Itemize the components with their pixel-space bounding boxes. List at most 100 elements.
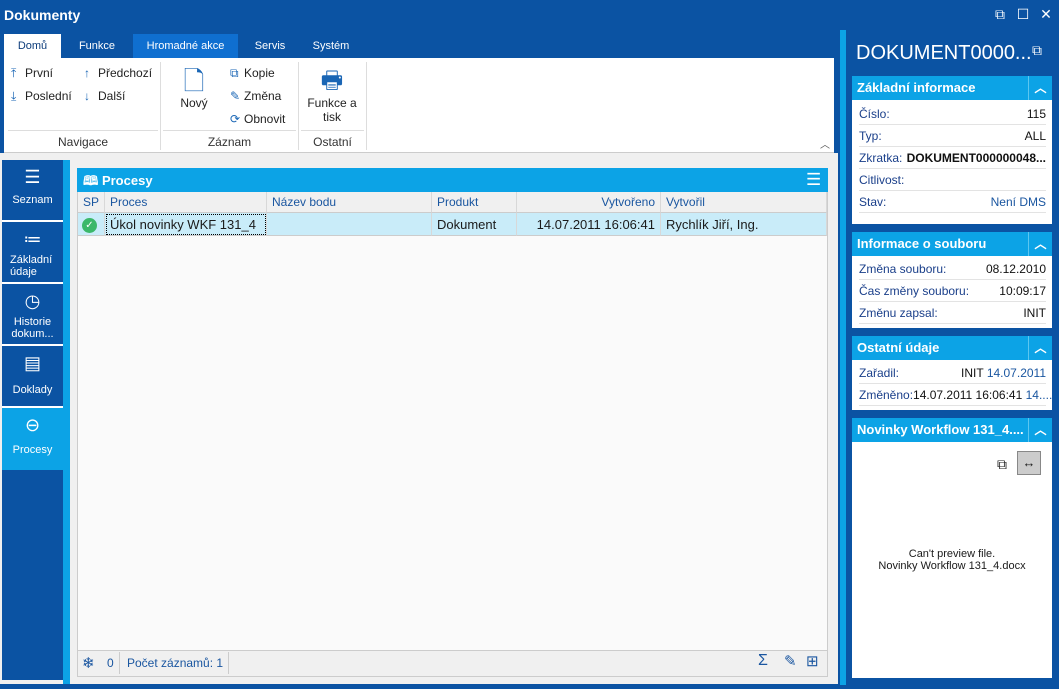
arrow-bottom-icon: ⤓: [11, 89, 17, 103]
divider: [119, 652, 120, 674]
document-icon: ▤: [23, 353, 41, 373]
nav-historie[interactable]: ◷ Historie dokum...: [2, 284, 63, 346]
record-count: Počet záznamů: 1: [127, 656, 224, 670]
print-button[interactable]: 🖶 Funkce a tisk: [303, 66, 361, 124]
menu-icon[interactable]: ☰: [806, 170, 821, 190]
label: Citlivost:: [859, 172, 905, 187]
clock-icon: ◷: [24, 291, 41, 311]
column-vytvoril[interactable]: Vytvořil: [661, 192, 827, 213]
detail-title: DOKUMENT0000...: [856, 42, 1032, 64]
table-row-proces[interactable]: Úkol novinky WKF 131_4: [105, 213, 267, 236]
grid-header: 🕮 Procesy: [77, 168, 828, 192]
label: Změna souboru:: [859, 261, 947, 276]
zapsal-value: INIT: [1023, 305, 1046, 320]
tab-funkce[interactable]: Funkce: [61, 34, 133, 58]
fit-width-icon[interactable]: ↔: [1017, 451, 1041, 475]
label: Čas změny souboru:: [859, 283, 970, 298]
typ-value: ALL: [1024, 128, 1046, 143]
nav-procesy[interactable]: ⊖ Procesy: [2, 408, 63, 470]
zmeneno-value: 14.07.2011 16:06:41: [913, 387, 1023, 402]
zaradil-user: INIT: [961, 365, 984, 380]
table-row-nazev-bodu[interactable]: [267, 213, 432, 236]
open-external-icon[interactable]: ⧉: [1032, 42, 1042, 59]
column-vytvoreno[interactable]: Vytvořeno: [517, 192, 661, 213]
previous-button[interactable]: ↑ Předchozí: [84, 66, 152, 80]
label: Číslo:: [859, 106, 890, 121]
nav-strip: [63, 160, 70, 684]
close-icon[interactable]: ✕: [1038, 6, 1054, 22]
section-other-header[interactable]: Ostatní údaje ︿: [852, 336, 1052, 360]
preview-message: Can't preview file. Novinky Workflow 131…: [878, 548, 1026, 572]
edit-button[interactable]: ✎ Změna: [230, 89, 281, 103]
table-row-status[interactable]: ✓: [78, 213, 105, 236]
restore-icon[interactable]: ⧉: [992, 6, 1008, 22]
label: Změněno:: [859, 387, 914, 402]
group-ostatni: Ostatní: [301, 130, 364, 150]
window-title: Dokumenty: [0, 0, 1059, 30]
nav-seznam[interactable]: ☰ Seznam: [2, 160, 63, 222]
tab-servis[interactable]: Servis: [238, 34, 302, 58]
check-icon: ✓: [82, 218, 97, 233]
section-basic-header[interactable]: Základní informace ︿: [852, 76, 1052, 100]
first-button[interactable]: ⤒ První: [11, 66, 53, 81]
column-proces[interactable]: Proces: [105, 192, 267, 213]
filter-icon[interactable]: ❄: [82, 654, 95, 672]
collapse-ribbon-icon[interactable]: ︿: [820, 136, 830, 151]
pencil-icon: ✎: [230, 89, 241, 103]
new-document-icon: 🗋: [183, 66, 205, 96]
process-grid: [77, 168, 828, 677]
pencil-icon[interactable]: ✎: [784, 652, 797, 670]
table-row-produkt[interactable]: Dokument: [432, 213, 517, 236]
divider: [228, 652, 229, 674]
chevron-up-icon[interactable]: ︿: [1028, 232, 1052, 256]
last-button[interactable]: ⤓ Poslední: [11, 89, 72, 104]
tab-domu[interactable]: Domů: [4, 34, 61, 58]
arrow-down-icon: ↓: [84, 89, 90, 103]
table-row-vytvoril[interactable]: Rychlík Jiří, Ing.: [661, 213, 827, 236]
open-external-icon[interactable]: ⧉: [997, 456, 1007, 473]
copy-button[interactable]: ⧉ Kopie: [230, 66, 275, 81]
divider: [298, 62, 299, 150]
section-file-header[interactable]: Informace o souboru ︿: [852, 232, 1052, 256]
sum-icon[interactable]: Σ: [758, 652, 768, 670]
cas-value: 10:09:17: [999, 283, 1046, 298]
printer-icon: 🖶: [320, 67, 344, 94]
filter-count: 0: [107, 656, 114, 670]
tab-hromadne-akce[interactable]: Hromadné akce: [133, 34, 238, 58]
group-navigace: Navigace: [8, 130, 158, 150]
nav-doklady[interactable]: ▤ Doklady: [2, 346, 63, 408]
table-row-vytvoreno[interactable]: 14.07.2011 16:06:41: [517, 213, 661, 236]
section-preview-header[interactable]: Novinky Workflow 131_4.... ︿: [852, 418, 1052, 442]
column-produkt[interactable]: Produkt: [432, 192, 517, 213]
tab-system[interactable]: Systém: [302, 34, 360, 58]
label: Stav:: [859, 194, 887, 209]
menu-icon: ☰: [24, 167, 41, 187]
zmena-value: 08.12.2010: [985, 261, 1046, 276]
maximize-icon[interactable]: ☐: [1015, 6, 1031, 22]
chevron-up-icon[interactable]: ︿: [1028, 76, 1052, 100]
arrow-circle-icon: ⊖: [24, 415, 41, 435]
cislo-value: 115: [1026, 106, 1046, 121]
label: Změnu zapsal:: [859, 305, 938, 320]
zaradil-date: 14.07.2011: [986, 365, 1046, 380]
label: Zařadil:: [859, 365, 900, 380]
zkratka-value: DOKUMENT000000048...: [906, 150, 1046, 165]
divider: [160, 62, 161, 150]
refresh-icon: ⟳: [230, 112, 241, 126]
list-icon: ≔: [23, 229, 42, 249]
zmeneno-more: 14....: [1025, 387, 1053, 402]
nav-zakladni-udaje[interactable]: ≔ Základní údaje: [2, 222, 63, 284]
new-button[interactable]: 🗋 Nový: [176, 66, 212, 110]
column-nazev-bodu[interactable]: Název bodu: [267, 192, 432, 213]
add-record-icon[interactable]: ⊞: [806, 652, 819, 670]
refresh-button[interactable]: ⟳ Obnovit: [230, 112, 285, 126]
column-sp[interactable]: SP: [78, 192, 105, 213]
arrow-up-icon: ↑: [84, 66, 90, 80]
next-button[interactable]: ↓ Další: [84, 89, 125, 103]
chevron-up-icon[interactable]: ︿: [1028, 336, 1052, 360]
label: Zkratka:: [859, 150, 903, 165]
label: Typ:: [859, 128, 882, 143]
arrow-top-icon: ⤒: [11, 66, 17, 80]
book-icon: 🕮: [83, 173, 102, 188]
chevron-up-icon[interactable]: ︿: [1028, 418, 1052, 442]
